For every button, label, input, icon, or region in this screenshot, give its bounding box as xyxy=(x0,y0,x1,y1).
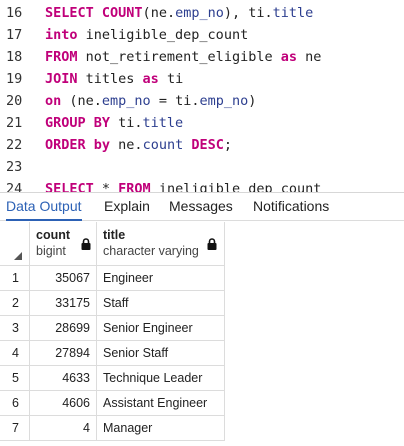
column-name: count xyxy=(36,228,71,242)
cell-count[interactable]: 4 xyxy=(30,416,97,441)
grid-corner[interactable] xyxy=(0,222,30,266)
cell-title[interactable]: Engineer xyxy=(97,266,225,291)
code-token: count xyxy=(142,137,184,153)
row-number[interactable]: 7 xyxy=(0,416,30,441)
code-token: ; xyxy=(223,137,232,153)
cell-title[interactable]: Technique Leader xyxy=(97,366,225,391)
line-number: 22 xyxy=(6,137,23,153)
code-line[interactable]: 16 SELECT COUNT(ne.emp_no), ti.title xyxy=(0,2,404,24)
code-token: * xyxy=(93,181,119,192)
code-token: ne. xyxy=(110,137,143,153)
code-token: ORDER xyxy=(45,137,86,153)
lock-icon xyxy=(207,238,217,250)
code-token: ne xyxy=(296,49,322,65)
code-token: JOIN xyxy=(45,71,78,87)
code-text: SELECT COUNT(ne.emp_no), ti.title xyxy=(45,2,313,24)
code-token: on xyxy=(45,93,62,109)
code-token: into xyxy=(45,27,78,43)
sql-editor[interactable]: 16 SELECT COUNT(ne.emp_no), ti.title 17 int… xyxy=(0,0,404,192)
tab-explain[interactable]: Explain xyxy=(104,193,150,221)
code-token: emp_no xyxy=(101,93,151,109)
code-line[interactable]: 23 xyxy=(0,156,404,178)
code-token: GROUP BY xyxy=(45,115,111,131)
tab-data-output[interactable]: Data Output xyxy=(6,193,82,221)
code-text: ORDER by ne.count DESC; xyxy=(45,134,232,156)
code-token: as xyxy=(142,71,159,87)
output-tabs: Data Output Explain Messages Notificatio… xyxy=(0,193,404,221)
cell-count[interactable]: 35067 xyxy=(30,266,97,291)
cell-count[interactable]: 33175 xyxy=(30,291,97,316)
code-token: ne. xyxy=(150,5,176,21)
code-line[interactable]: 17 into ineligible_dep_count xyxy=(0,24,404,46)
column-name: title xyxy=(103,228,126,242)
code-token: = ti. xyxy=(150,93,200,109)
row-number[interactable]: 1 xyxy=(0,266,30,291)
row-number[interactable]: 4 xyxy=(0,341,30,366)
code-token: emp_no xyxy=(175,5,224,21)
lock-icon xyxy=(81,238,91,250)
row-number[interactable]: 5 xyxy=(0,366,30,391)
line-number: 18 xyxy=(6,49,23,65)
code-token: emp_no xyxy=(199,93,249,109)
sort-triangle-icon xyxy=(14,252,22,260)
code-token: title xyxy=(272,5,314,21)
column-header-title[interactable]: title character varying xyxy=(97,222,225,266)
cell-count[interactable]: 28699 xyxy=(30,316,97,341)
cell-count[interactable]: 27894 xyxy=(30,341,97,366)
code-line[interactable]: 19 JOIN titles as ti xyxy=(0,68,404,90)
code-text: on (ne.emp_no = ti.emp_no) xyxy=(45,90,256,112)
tab-notifications[interactable]: Notifications xyxy=(253,193,329,221)
cell-title[interactable]: Senior Staff xyxy=(97,341,225,366)
cell-count[interactable]: 4633 xyxy=(30,366,97,391)
column-type: bigint xyxy=(36,244,66,258)
code-token: ti. xyxy=(110,115,143,131)
code-token: FROM xyxy=(45,49,78,65)
code-text: SELECT * FROM ineligible_dep_count xyxy=(45,178,321,192)
code-token: ( xyxy=(142,5,151,21)
line-number: 16 xyxy=(6,5,23,21)
code-token: ineligible_dep_count xyxy=(150,181,322,192)
code-line[interactable]: 21 GROUP BY ti.title xyxy=(0,112,404,134)
line-number: 24 xyxy=(6,181,23,192)
row-number[interactable]: 2 xyxy=(0,291,30,316)
code-line[interactable]: 24 SELECT * FROM ineligible_dep_count xyxy=(0,178,404,192)
code-token: titles xyxy=(77,71,143,87)
row-number[interactable]: 3 xyxy=(0,316,30,341)
code-token: by xyxy=(93,137,111,153)
code-token: ti xyxy=(158,71,184,87)
code-token: DESC xyxy=(191,137,224,153)
code-token: title xyxy=(142,115,184,131)
cell-title[interactable]: Manager xyxy=(97,416,225,441)
code-text: JOIN titles as ti xyxy=(45,68,183,90)
code-line[interactable]: 18 FROM not_retirement_eligible as ne xyxy=(0,46,404,68)
code-token: ), ti. xyxy=(223,5,273,21)
line-number: 20 xyxy=(6,93,23,109)
code-token: ) xyxy=(248,93,257,109)
cell-title[interactable]: Assistant Engineer xyxy=(97,391,225,416)
tab-messages[interactable]: Messages xyxy=(169,193,233,221)
line-number: 23 xyxy=(6,159,23,175)
code-token: SELECT COUNT xyxy=(45,5,143,21)
column-type: character varying xyxy=(103,244,199,258)
code-token: not_retirement_eligible xyxy=(77,49,281,65)
code-text: into ineligible_dep_count xyxy=(45,24,248,46)
code-line[interactable]: 22 ORDER by ne.count DESC; xyxy=(0,134,404,156)
line-number: 19 xyxy=(6,71,23,87)
line-number: 17 xyxy=(6,27,23,43)
cell-title[interactable]: Staff xyxy=(97,291,225,316)
cell-title[interactable]: Senior Engineer xyxy=(97,316,225,341)
code-text: FROM not_retirement_eligible as ne xyxy=(45,46,321,68)
code-token: (ne. xyxy=(61,93,102,109)
row-number[interactable]: 6 xyxy=(0,391,30,416)
code-token: as xyxy=(280,49,297,65)
line-number: 21 xyxy=(6,115,23,131)
cell-count[interactable]: 4606 xyxy=(30,391,97,416)
code-line[interactable]: 20 on (ne.emp_no = ti.emp_no) xyxy=(0,90,404,112)
code-token: ineligible_dep_count xyxy=(77,27,249,43)
column-header-count[interactable]: count bigint xyxy=(30,222,97,266)
code-token: FROM xyxy=(118,181,151,192)
code-token: SELECT xyxy=(45,181,94,192)
code-text: GROUP BY ti.title xyxy=(45,112,183,134)
